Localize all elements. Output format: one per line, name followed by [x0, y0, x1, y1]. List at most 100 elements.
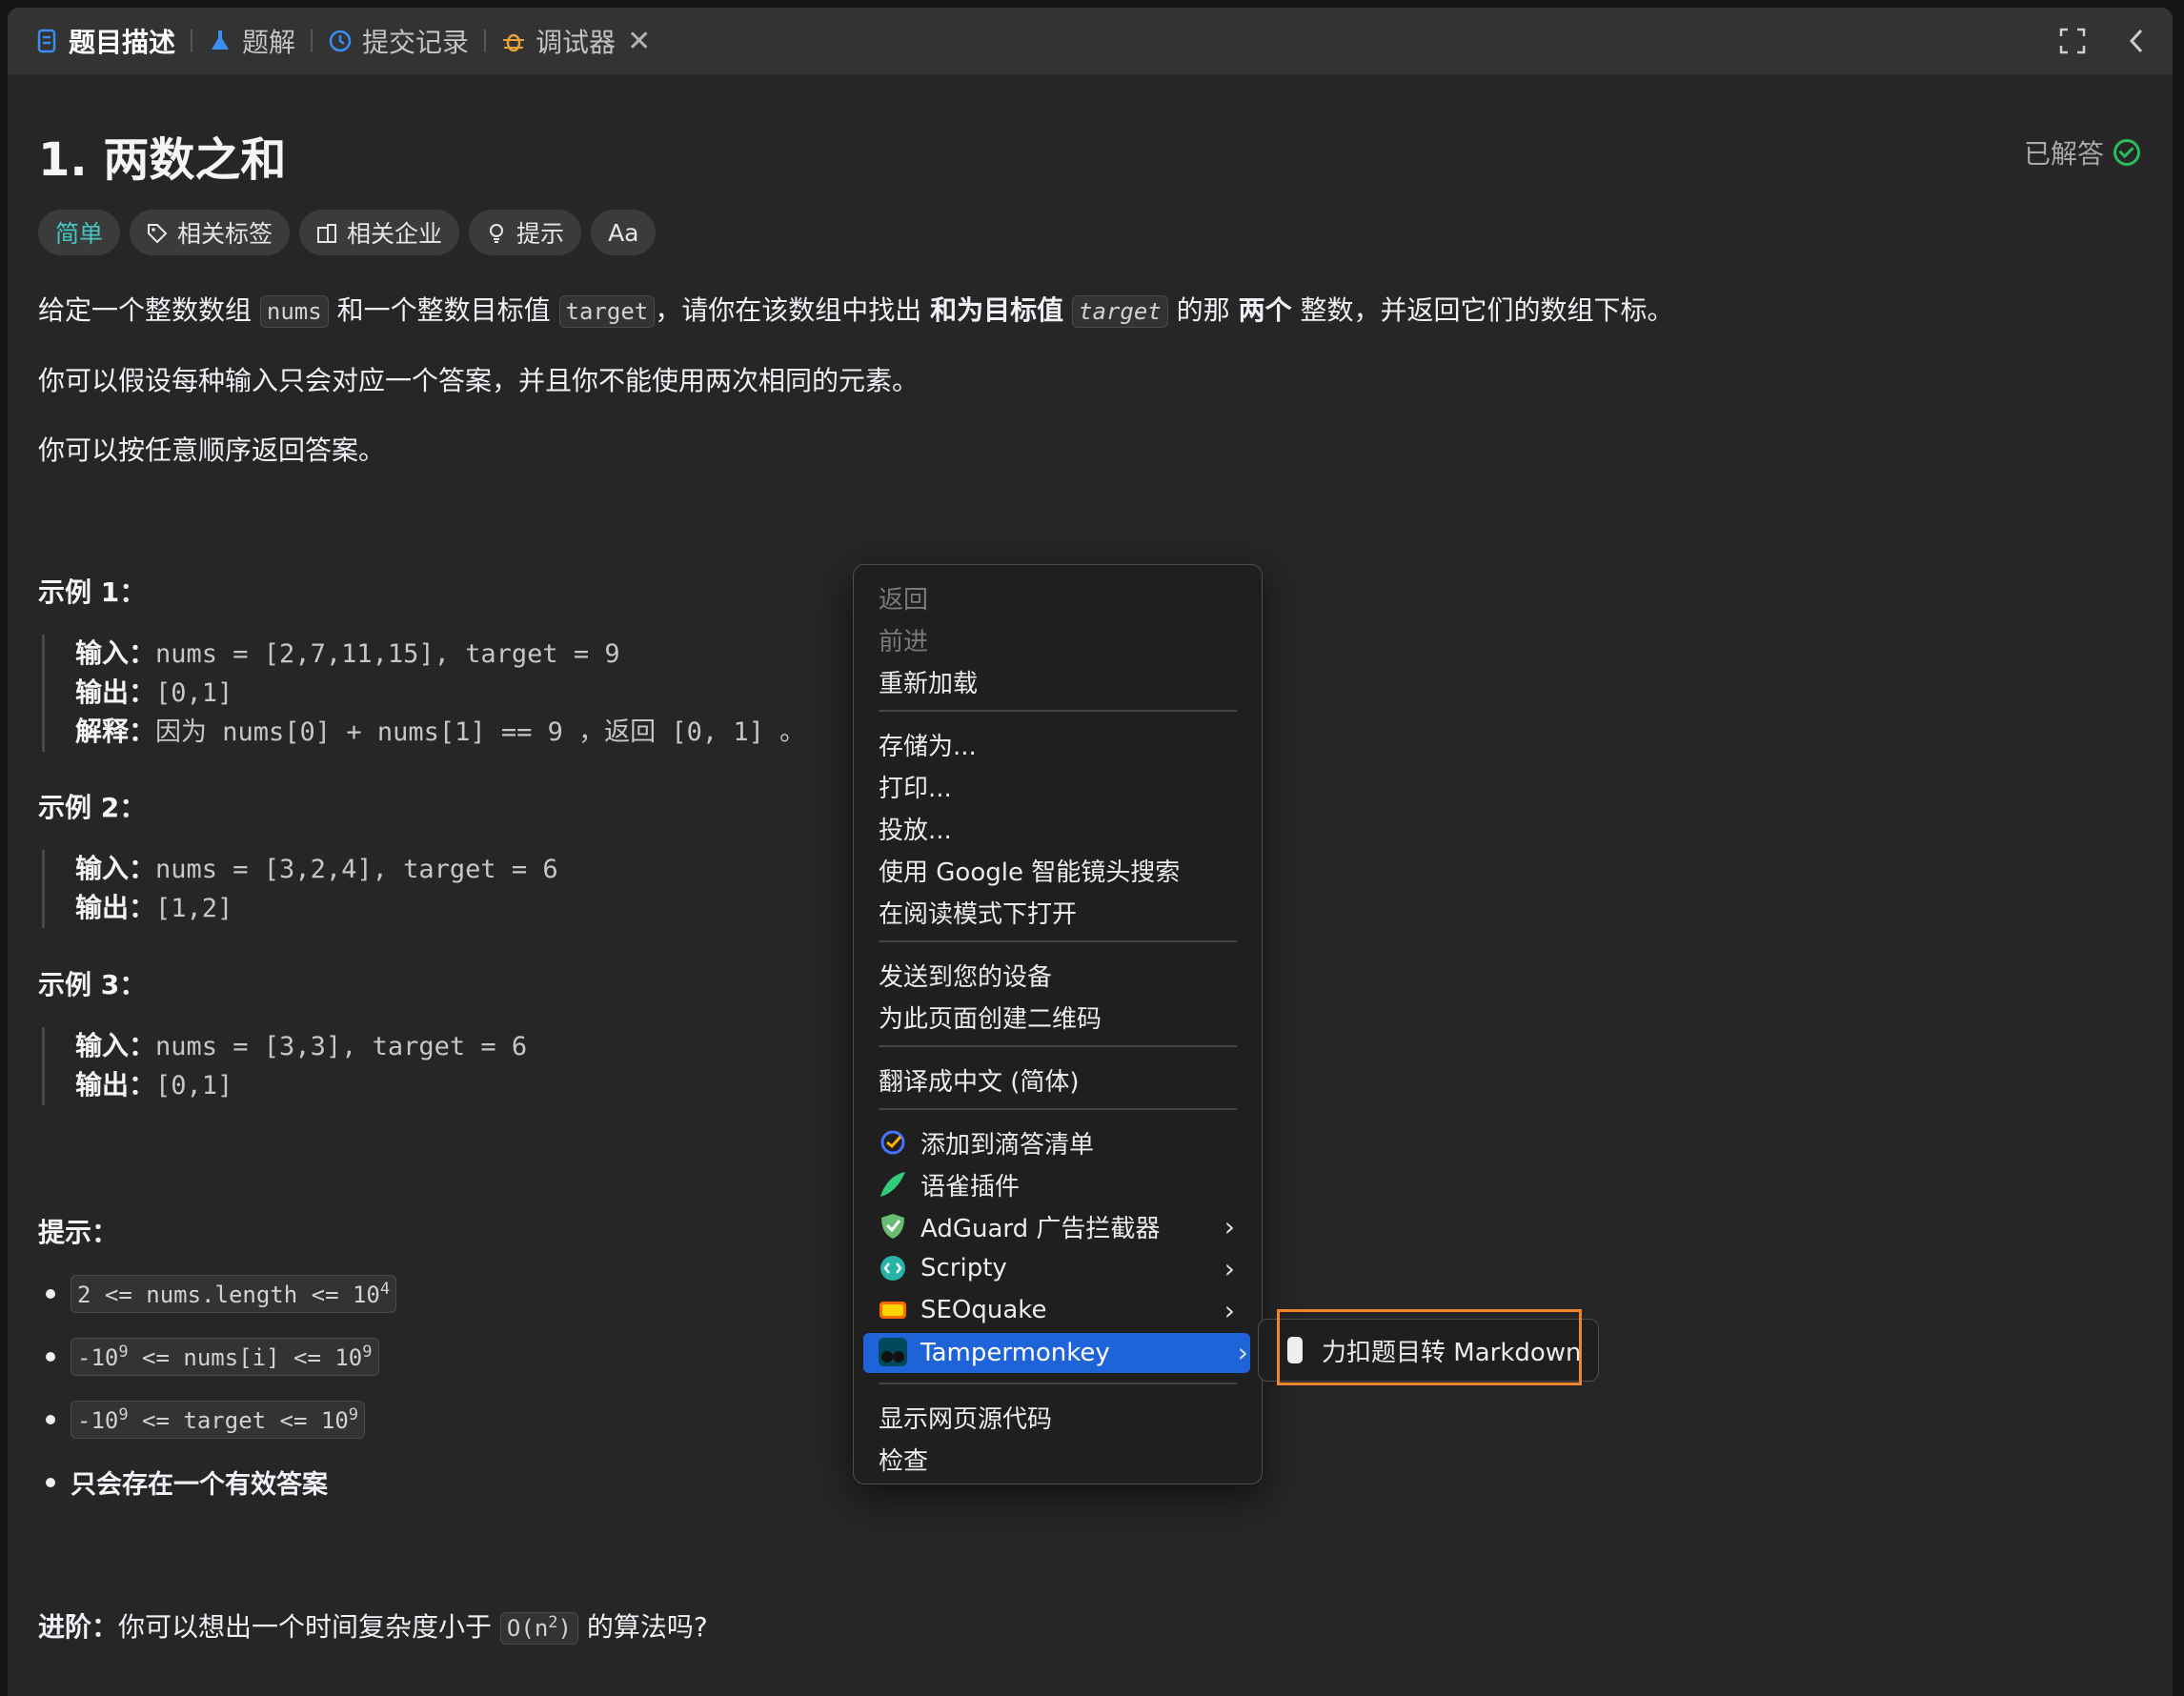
inline-code: O(n2)	[499, 1612, 578, 1645]
menu-item-inspect[interactable]: 检查	[879, 1440, 1237, 1478]
menu-item-google-lens[interactable]: 使用 Google 智能镜头搜索	[879, 851, 1237, 889]
menu-item-qr-code[interactable]: 为此页面创建二维码	[879, 998, 1237, 1036]
code-text: -10	[77, 1407, 119, 1434]
example-title: 示例 1：	[38, 576, 147, 608]
seoquake-icon	[879, 1296, 907, 1324]
menu-item-seoquake[interactable]: SEOquake ›	[879, 1291, 1237, 1329]
menu-item-ticktick[interactable]: 添加到滴答清单	[879, 1123, 1237, 1161]
flask-icon	[208, 29, 233, 53]
value: nums = [2,7,11,15], target = 9	[155, 639, 620, 669]
menu-item-translate[interactable]: 翻译成中文 (简体)	[879, 1060, 1237, 1099]
context-menu: 返回 前进 重新加载 存储为... 打印... 投放... 使用 Google …	[853, 564, 1263, 1484]
inline-code: nums	[259, 295, 329, 328]
example-title: 示例 3：	[38, 969, 147, 1000]
history-icon	[328, 29, 353, 53]
code-text: )	[557, 1615, 572, 1642]
tab-label: 题解	[242, 27, 296, 58]
tab-description[interactable]: 题目描述	[29, 8, 181, 74]
example-block: 输入：nums = [3,3], target = 6 输出：[0,1]	[42, 1027, 527, 1105]
tab-divider	[311, 30, 313, 52]
code-text: 2 <= nums.length <= 10	[77, 1282, 380, 1308]
description-paragraph: 给定一个整数数组 nums 和一个整数目标值 target ，请你在该数组中找出 …	[38, 290, 1673, 328]
value: nums = [3,3], target = 6	[155, 1032, 528, 1061]
code-text: O(n	[506, 1615, 549, 1642]
ticktick-icon	[879, 1128, 907, 1157]
menu-item-adguard[interactable]: AdGuard 广告拦截器 ›	[879, 1207, 1237, 1245]
translate-button[interactable]: Aa	[591, 210, 657, 255]
label: 输出：	[75, 1069, 156, 1100]
related-tags-button[interactable]: 相关标签	[130, 210, 291, 255]
menu-item-label: Tampermonkey	[920, 1339, 1110, 1367]
chevron-right-icon: ›	[1237, 1337, 1248, 1368]
menu-divider	[879, 710, 1237, 712]
code-text: -10	[77, 1344, 119, 1371]
inline-code: -109 <= target <= 109	[71, 1401, 366, 1439]
close-icon[interactable]: ✕	[627, 25, 651, 58]
tag-label: 提示	[516, 220, 565, 248]
tampermonkey-icon	[879, 1338, 907, 1366]
chevron-right-icon: ›	[1223, 1211, 1235, 1242]
value: [0,1]	[155, 1071, 233, 1100]
value: 因为 nums[0] + nums[1] == 9 ，返回 [0, 1] 。	[155, 717, 806, 747]
building-icon	[316, 222, 337, 243]
menu-divider	[879, 1108, 1237, 1110]
inline-code: target	[1072, 295, 1168, 328]
menu-divider	[879, 1383, 1237, 1384]
bullet	[46, 1352, 55, 1362]
menu-item-forward[interactable]: 前进	[879, 620, 1237, 658]
menu-item-label: AdGuard 广告拦截器	[920, 1214, 1161, 1243]
inline-code: target	[558, 295, 656, 328]
tab-solutions[interactable]: 题解	[202, 8, 301, 74]
menu-item-yuque[interactable]: 语雀插件	[879, 1165, 1237, 1203]
menu-item-reading-mode[interactable]: 在阅读模式下打开	[879, 893, 1237, 931]
collapse-left-icon[interactable]	[2121, 25, 2154, 57]
list-item: 只会存在一个有效答案	[38, 1464, 328, 1501]
tab-submissions[interactable]: 提交记录	[322, 8, 475, 74]
tag-label: 相关企业	[347, 220, 443, 248]
inline-code: -109 <= nums[i] <= 109	[71, 1338, 379, 1376]
menu-item-view-source[interactable]: 显示网页源代码	[879, 1398, 1237, 1436]
menu-item-reload[interactable]: 重新加载	[879, 662, 1237, 700]
related-companies-button[interactable]: 相关企业	[299, 210, 460, 255]
tab-divider	[484, 30, 487, 52]
menu-item-label: 语雀插件	[920, 1172, 1021, 1201]
menu-item-label: Scripty	[920, 1254, 1007, 1282]
menu-item-tampermonkey[interactable]: Tampermonkey ›	[863, 1333, 1250, 1373]
label: 输入：	[75, 853, 156, 884]
bullet	[46, 1477, 55, 1487]
tab-divider	[191, 30, 193, 52]
code-text: <= nums[i] <= 10	[128, 1344, 363, 1371]
tag-row: 简单 相关标签 相关企业 提示 Aa	[38, 210, 657, 255]
chevron-right-icon: ›	[1223, 1253, 1235, 1284]
scripty-icon	[879, 1254, 907, 1282]
tab-label: 调试器	[536, 27, 617, 58]
text	[1063, 294, 1072, 326]
bold-text: 和为目标值	[930, 294, 1064, 326]
lightbulb-icon	[486, 222, 507, 243]
menu-item-save-as[interactable]: 存储为...	[879, 725, 1237, 763]
tab-bar: 题目描述 题解 提交记录 调试器 ✕	[8, 8, 2173, 74]
page-title: 1. 两数之和	[38, 133, 287, 187]
menu-item-send-to-devices[interactable]: 发送到您的设备	[879, 956, 1237, 994]
superscript: 2	[548, 1613, 558, 1632]
tag-icon	[147, 222, 168, 244]
solved-label: 已解答	[2023, 138, 2104, 170]
value: nums = [3,2,4], target = 6	[155, 855, 558, 884]
example-title: 示例 2：	[38, 792, 147, 823]
difficulty-badge[interactable]: 简单	[38, 210, 121, 255]
superscript: 4	[379, 1280, 391, 1299]
text: 的那	[1167, 294, 1239, 326]
tag-label: 相关标签	[177, 220, 273, 248]
bullet	[46, 1415, 55, 1424]
bold-text: 只会存在一个有效答案	[71, 1470, 328, 1500]
fullscreen-icon[interactable]	[2056, 25, 2089, 57]
menu-item-print[interactable]: 打印...	[879, 767, 1237, 805]
label: 输入：	[75, 1030, 156, 1061]
tab-debugger[interactable]: 调试器 ✕	[495, 8, 657, 74]
example-block: 输入：nums = [3,2,4], target = 6 输出：[1,2]	[42, 850, 558, 928]
menu-divider	[879, 1045, 1237, 1047]
menu-item-back[interactable]: 返回	[879, 578, 1237, 616]
menu-item-cast[interactable]: 投放...	[879, 809, 1237, 847]
menu-item-scripty[interactable]: Scripty ›	[879, 1249, 1237, 1287]
hint-button[interactable]: 提示	[469, 210, 582, 255]
